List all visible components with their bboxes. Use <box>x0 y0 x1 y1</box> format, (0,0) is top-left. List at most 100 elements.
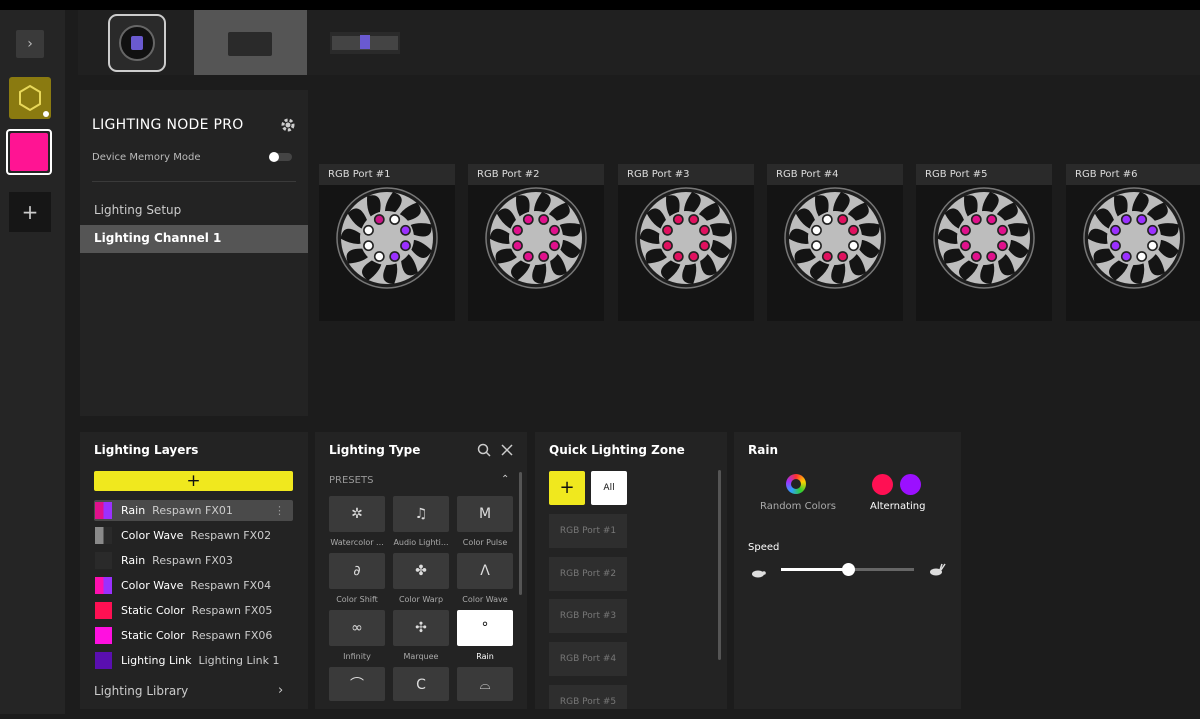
expand-sidebar-button[interactable]: › <box>16 30 44 58</box>
layer-item[interactable]: Color Wave Respawn FX02 <box>94 525 293 546</box>
layer-item[interactable]: Rain Respawn FX01 ⋮ <box>94 500 293 521</box>
add-zone-button[interactable]: + <box>549 471 585 505</box>
led-indicator[interactable] <box>662 224 673 236</box>
profile-button[interactable] <box>9 77 51 119</box>
lighting-type-tile[interactable]: Λ <box>457 553 513 589</box>
node-thumbnail[interactable] <box>194 10 307 75</box>
lighting-type-tile[interactable]: ∞ <box>329 610 385 646</box>
lighting-type-tile[interactable]: ⌒ <box>329 667 385 701</box>
random-colors-label[interactable]: Random Colors <box>760 501 836 512</box>
led-indicator[interactable] <box>522 214 534 225</box>
lighting-type-tile[interactable]: ∂ <box>329 553 385 589</box>
add-layer-button[interactable]: + <box>94 471 293 491</box>
led-indicator[interactable] <box>1136 251 1148 262</box>
led-indicator[interactable] <box>1110 240 1121 252</box>
led-indicator[interactable] <box>1147 224 1158 236</box>
led-indicator[interactable] <box>373 251 385 262</box>
led-indicator[interactable] <box>672 251 684 262</box>
led-indicator[interactable] <box>960 224 971 236</box>
lighting-type-tile[interactable]: ♫ <box>393 496 449 532</box>
speed-slider-handle[interactable] <box>841 563 855 576</box>
led-indicator[interactable] <box>1120 251 1132 262</box>
lighting-type-tile[interactable]: M <box>457 496 513 532</box>
led-indicator[interactable] <box>811 240 822 252</box>
scrollbar[interactable] <box>718 470 721 660</box>
selected-color-profile[interactable] <box>6 129 52 175</box>
led-indicator[interactable] <box>549 240 560 252</box>
zone-button[interactable]: RGB Port #5 <box>549 685 627 709</box>
random-colors-icon[interactable] <box>786 474 806 494</box>
led-indicator[interactable] <box>821 214 833 225</box>
led-indicator[interactable] <box>997 224 1008 236</box>
lighting-type-tile[interactable]: ✤ <box>393 553 449 589</box>
led-indicator[interactable] <box>389 251 401 262</box>
led-indicator[interactable] <box>811 224 822 236</box>
led-indicator[interactable] <box>1120 214 1132 225</box>
more-options-icon[interactable]: ⋮ <box>274 500 285 521</box>
led-indicator[interactable] <box>389 214 401 225</box>
led-indicator[interactable] <box>986 251 998 262</box>
led-indicator[interactable] <box>837 214 849 225</box>
led-indicator[interactable] <box>986 214 998 225</box>
layer-item[interactable]: Lighting Link Lighting Link 1 <box>94 650 293 671</box>
alternating-label[interactable]: Alternating <box>870 501 925 512</box>
scrollbar[interactable] <box>519 472 522 595</box>
close-icon[interactable] <box>500 442 514 456</box>
led-indicator[interactable] <box>699 240 710 252</box>
led-indicator[interactable] <box>549 224 560 236</box>
led-indicator[interactable] <box>512 224 523 236</box>
zone-button[interactable]: RGB Port #2 <box>549 557 627 591</box>
lighting-type-tile[interactable]: ⌓ <box>457 667 513 701</box>
led-indicator[interactable] <box>821 251 833 262</box>
zone-button[interactable]: RGB Port #1 <box>549 514 627 548</box>
led-indicator[interactable] <box>960 240 971 252</box>
collapse-icon[interactable]: ⌃ <box>501 474 509 485</box>
add-profile-button[interactable]: + <box>9 192 51 232</box>
led-indicator[interactable] <box>538 251 550 262</box>
zone-button[interactable]: RGB Port #4 <box>549 642 627 676</box>
chevron-right-icon[interactable]: › <box>278 683 283 698</box>
rgb-port-card[interactable]: RGB Port #2 <box>468 164 604 321</box>
cooler-thumbnail[interactable] <box>108 14 166 72</box>
zone-button[interactable]: RGB Port #3 <box>549 599 627 633</box>
led-indicator[interactable] <box>662 240 673 252</box>
gear-icon[interactable] <box>280 117 296 133</box>
led-indicator[interactable] <box>373 214 385 225</box>
rgb-port-card[interactable]: RGB Port #6 <box>1066 164 1200 321</box>
led-indicator[interactable] <box>522 251 534 262</box>
nav-lighting-setup[interactable]: Lighting Setup <box>94 203 181 217</box>
led-indicator[interactable] <box>400 224 411 236</box>
alternating-color-b[interactable] <box>900 474 921 495</box>
led-indicator[interactable] <box>1136 214 1148 225</box>
led-indicator[interactable] <box>363 240 374 252</box>
led-indicator[interactable] <box>688 214 700 225</box>
led-indicator[interactable] <box>997 240 1008 252</box>
rgb-port-card[interactable]: RGB Port #4 <box>767 164 903 321</box>
led-indicator[interactable] <box>400 240 411 252</box>
layer-item[interactable]: Rain Respawn FX03 <box>94 550 293 571</box>
led-indicator[interactable] <box>970 214 982 225</box>
led-indicator[interactable] <box>363 224 374 236</box>
rgb-port-card[interactable]: RGB Port #5 <box>916 164 1052 321</box>
lighting-type-tile[interactable]: ✲ <box>329 496 385 532</box>
rgb-port-card[interactable]: RGB Port #3 <box>618 164 754 321</box>
rgb-port-card[interactable]: RGB Port #1 <box>319 164 455 321</box>
ram-thumbnail[interactable] <box>330 32 400 54</box>
led-indicator[interactable] <box>538 214 550 225</box>
alternating-color-a[interactable] <box>872 474 893 495</box>
lighting-type-tile[interactable]: C <box>393 667 449 701</box>
led-indicator[interactable] <box>699 224 710 236</box>
memory-mode-toggle[interactable] <box>269 152 292 162</box>
lighting-type-tile[interactable]: ° <box>457 610 513 646</box>
led-indicator[interactable] <box>512 240 523 252</box>
led-indicator[interactable] <box>1110 224 1121 236</box>
led-indicator[interactable] <box>837 251 849 262</box>
nav-lighting-channel-1[interactable]: Lighting Channel 1 <box>80 225 308 253</box>
lighting-type-tile[interactable]: ✣ <box>393 610 449 646</box>
layer-item[interactable]: Static Color Respawn FX06 <box>94 625 293 646</box>
led-indicator[interactable] <box>848 224 859 236</box>
led-indicator[interactable] <box>672 214 684 225</box>
led-indicator[interactable] <box>688 251 700 262</box>
speed-slider[interactable] <box>781 563 914 576</box>
led-indicator[interactable] <box>1147 240 1158 252</box>
